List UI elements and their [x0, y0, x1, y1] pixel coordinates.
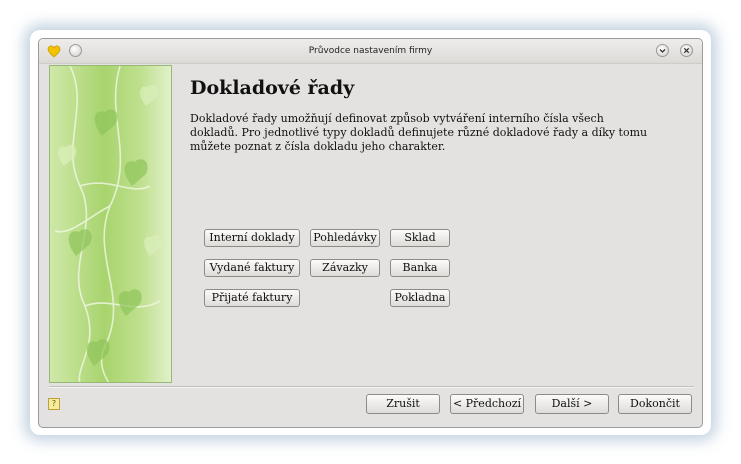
issued-invoices-button[interactable]: Vydané faktury — [204, 259, 300, 277]
page-description: Dokladové řady umožňují definovat způsob… — [190, 112, 648, 153]
bank-button[interactable]: Banka — [390, 259, 450, 277]
side-banner — [49, 65, 172, 383]
internal-documents-button[interactable]: Interní doklady — [204, 229, 300, 247]
cash-desk-button[interactable]: Pokladna — [390, 289, 450, 307]
back-button[interactable]: < Předchozí — [450, 394, 524, 414]
chevron-down-icon — [659, 49, 666, 53]
warehouse-button[interactable]: Sklad — [390, 229, 450, 247]
window-title: Průvodce nastavením firmy — [308, 46, 433, 56]
footer-separator — [49, 386, 694, 388]
receivables-button[interactable]: Pohledávky — [310, 229, 380, 247]
title-bar[interactable]: Průvodce nastavením firmy — [39, 39, 702, 64]
page-heading: Dokladové řady — [190, 77, 355, 99]
finish-button[interactable]: Dokončit — [618, 394, 692, 414]
cancel-button[interactable]: Zrušit — [366, 394, 440, 414]
hearts-app-icon[interactable] — [46, 43, 62, 59]
help-icon[interactable]: ? — [48, 398, 60, 410]
wizard-window: Průvodce nastavením firmy Dokladové řady… — [38, 38, 703, 428]
sticky-button[interactable] — [69, 44, 82, 57]
close-button[interactable] — [680, 44, 693, 57]
close-icon — [683, 47, 690, 54]
leaves-decoration — [54, 66, 163, 382]
liabilities-button[interactable]: Závazky — [310, 259, 380, 277]
menu-button[interactable] — [656, 44, 669, 57]
received-invoices-button[interactable]: Přijaté faktury — [204, 289, 300, 307]
next-button[interactable]: Další > — [535, 394, 609, 414]
